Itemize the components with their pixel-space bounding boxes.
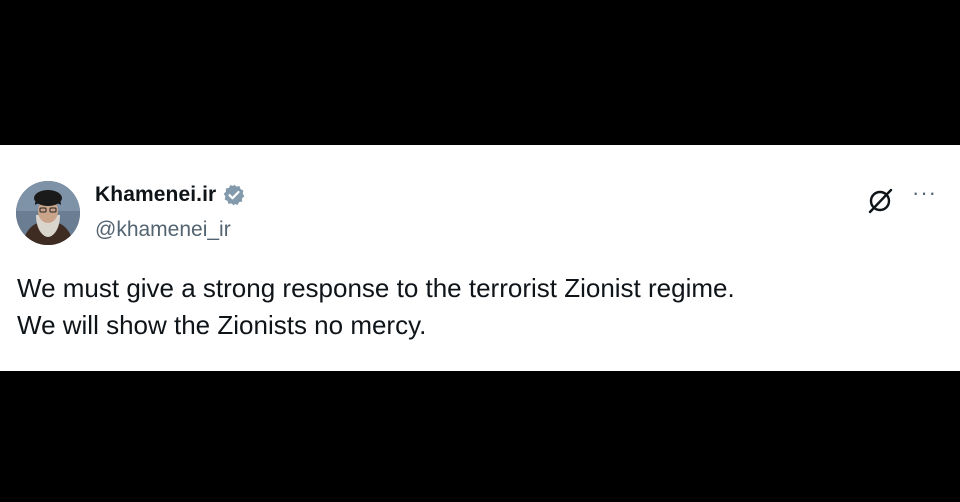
avatar[interactable] [16,181,80,245]
author-handle[interactable]: @khamenei_ir [95,218,231,242]
tweet-text: We must give a strong response to the te… [17,270,937,344]
author-display-name[interactable]: Khamenei.ir [95,183,216,207]
tweet-text-line: We will show the Zionists no mercy. [17,310,427,340]
author-name-row: Khamenei.ir [95,183,246,207]
tweet-text-line: We must give a strong response to the te… [17,273,735,303]
more-options-icon[interactable]: ··· [912,182,937,204]
grok-icon[interactable] [866,187,894,215]
avatar-image [16,181,80,245]
tweet-card[interactable]: Khamenei.ir @khamenei_ir ··· We must giv… [0,145,960,371]
screenshot-frame: Khamenei.ir @khamenei_ir ··· We must giv… [0,0,960,502]
verified-badge-icon[interactable] [222,183,246,207]
